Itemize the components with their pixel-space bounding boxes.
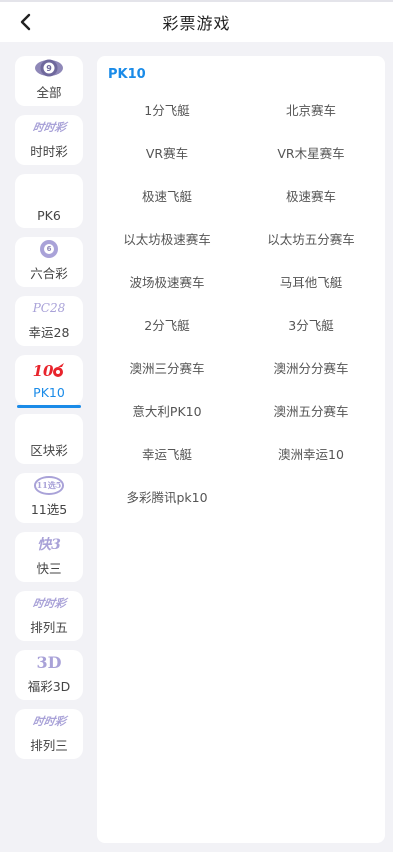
category-label: 区块彩 [30, 443, 68, 458]
category-label: 排列五 [30, 620, 68, 635]
category-label: 幸运28 [28, 325, 70, 340]
panel-title: PK10 [108, 67, 146, 82]
game-item[interactable]: 澳洲五分赛车 [237, 389, 385, 432]
category-fc3d[interactable]: 3D 福彩3D [15, 650, 83, 700]
category-pl3[interactable]: 时时彩 排列三 [15, 709, 83, 759]
game-item[interactable]: 极速赛车 [237, 174, 385, 217]
category-label: 时时彩 [30, 144, 68, 159]
ball-6-icon: 6 [39, 238, 59, 260]
category-pk6[interactable]: PK6 [15, 174, 83, 228]
game-list-panel: PK10 1分飞艇 北京赛车 VR赛车 VR木星赛车 极速飞艇 极速赛车 以太坊… [97, 56, 385, 843]
pc28-logo-icon: PC28 [32, 301, 66, 315]
category-label: 快三 [36, 561, 62, 576]
game-item[interactable]: 2分飞艇 [97, 303, 237, 346]
category-blockchain[interactable]: 区块彩 [15, 414, 83, 464]
category-lucky28[interactable]: PC28 幸运28 [15, 296, 83, 346]
ball-9-icon: 9 [33, 57, 65, 79]
game-item[interactable]: 以太坊五分赛车 [237, 217, 385, 260]
app-header: 彩票游戏 [0, 2, 393, 42]
game-item[interactable]: 北京赛车 [237, 88, 385, 131]
game-item[interactable]: 极速飞艇 [97, 174, 237, 217]
k3-logo-icon: 快3 [37, 537, 61, 553]
pk10-logo-icon: 10 [33, 360, 66, 382]
category-all[interactable]: 9 全部 [15, 56, 83, 106]
game-item[interactable]: 波场极速赛车 [97, 260, 237, 303]
back-arrow-icon[interactable] [14, 10, 38, 34]
category-pk10[interactable]: 10 PK10 [15, 355, 83, 408]
game-grid: 1分飞艇 北京赛车 VR赛车 VR木星赛车 极速飞艇 极速赛车 以太坊极速赛车 … [97, 88, 385, 518]
ssc-logo-icon: 时时彩 [31, 121, 67, 134]
pl3-logo-icon: 时时彩 [31, 715, 67, 728]
category-mark-six[interactable]: 6 六合彩 [15, 237, 83, 287]
category-label: 福彩3D [27, 679, 71, 694]
category-ssc[interactable]: 时时彩 时时彩 [15, 115, 83, 165]
game-item[interactable]: 1分飞艇 [97, 88, 237, 131]
game-item[interactable]: 多彩腾讯pk10 [97, 475, 237, 518]
category-label: 排列三 [30, 738, 68, 753]
category-label: PK6 [37, 208, 61, 223]
category-pl5[interactable]: 时时彩 排列五 [15, 591, 83, 641]
category-label: 11选5 [30, 502, 68, 517]
category-sidebar: 9 全部 时时彩 时时彩 PK6 6 六合彩 PC28 幸运28 10 PK10… [15, 56, 83, 768]
game-item[interactable]: 幸运飞艇 [97, 432, 237, 475]
page-title: 彩票游戏 [162, 14, 231, 33]
game-item[interactable]: 澳洲分分赛车 [237, 346, 385, 389]
game-item[interactable]: 马耳他飞艇 [237, 260, 385, 303]
category-label: PK10 [33, 385, 65, 400]
game-item[interactable]: 3分飞艇 [237, 303, 385, 346]
game-item[interactable]: VR木星赛车 [237, 131, 385, 174]
category-k3[interactable]: 快3 快三 [15, 532, 83, 582]
category-11x5[interactable]: 11选5 11选5 [15, 473, 83, 523]
11x5-logo-icon: 11选5 [33, 474, 65, 496]
fc3d-logo-icon: 3D [36, 652, 62, 672]
game-item[interactable]: 澳洲三分赛车 [97, 346, 237, 389]
game-item[interactable]: VR赛车 [97, 131, 237, 174]
category-label: 全部 [36, 85, 62, 100]
game-item[interactable]: 澳洲幸运10 [237, 432, 385, 475]
pl5-logo-icon: 时时彩 [31, 597, 67, 610]
game-item[interactable]: 以太坊极速赛车 [97, 217, 237, 260]
category-label: 六合彩 [30, 266, 68, 281]
game-item[interactable]: 意大利PK10 [97, 389, 237, 432]
